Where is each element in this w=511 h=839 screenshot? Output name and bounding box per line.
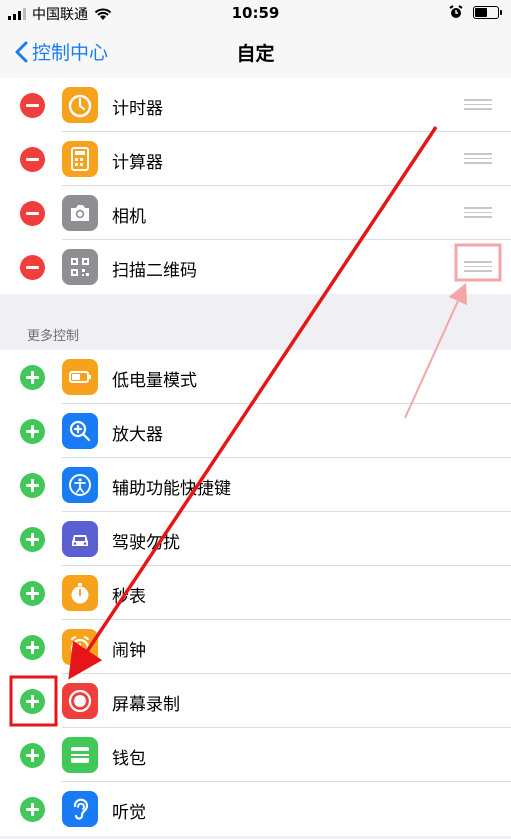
add-button[interactable] <box>20 797 45 822</box>
ear-icon <box>62 791 98 827</box>
car-icon <box>62 521 98 557</box>
magnifier-icon <box>62 413 98 449</box>
more-row-stopwatch: 秒表 <box>0 566 511 620</box>
more-row-alarm: 闹钟 <box>0 620 511 674</box>
qr-code-icon <box>62 249 98 285</box>
included-row-camera: 相机 <box>0 186 511 240</box>
status-right <box>449 5 502 19</box>
remove-button[interactable] <box>20 255 45 280</box>
control-label: 听觉 <box>112 803 146 823</box>
included-row-calculator: 计算器 <box>0 132 511 186</box>
control-label: 屏幕录制 <box>112 695 180 715</box>
remove-button[interactable] <box>20 201 45 226</box>
timer-icon <box>62 87 98 123</box>
control-label: 低电量模式 <box>112 371 197 391</box>
section-header-more-controls: 更多控制 <box>27 329 80 344</box>
control-label: 辅助功能快捷键 <box>112 479 231 499</box>
add-button[interactable] <box>20 419 45 444</box>
more-row-hearing: 听觉 <box>0 782 511 836</box>
remove-button[interactable] <box>20 93 45 118</box>
more-row-magnifier: 放大器 <box>0 404 511 458</box>
add-button[interactable] <box>20 689 45 714</box>
reorder-handle[interactable] <box>464 153 492 164</box>
camera-icon <box>62 195 98 231</box>
alarm-icon <box>62 629 98 665</box>
add-button[interactable] <box>20 635 45 660</box>
more-row-wallet: 钱包 <box>0 728 511 782</box>
battery-status-icon <box>473 5 502 19</box>
alarm-status-icon <box>449 5 463 18</box>
add-button[interactable] <box>20 527 45 552</box>
add-button[interactable] <box>20 581 45 606</box>
add-button[interactable] <box>20 365 45 390</box>
included-row-qr-scanner: 扫描二维码 <box>0 240 511 294</box>
reorder-handle[interactable] <box>464 99 492 110</box>
navigation-bar: 控制中心 自定 <box>0 26 511 79</box>
battery-icon <box>62 359 98 395</box>
page-title: 自定 <box>236 43 275 65</box>
more-row-accessibility: 辅助功能快捷键 <box>0 458 511 512</box>
control-label: 驾驶勿扰 <box>112 533 180 553</box>
more-row-screen-recording: 屏幕录制 <box>0 674 511 728</box>
calculator-icon <box>62 141 98 177</box>
status-bar: 中国联通 10:59 <box>0 0 511 26</box>
remove-button[interactable] <box>20 147 45 172</box>
control-label: 相机 <box>112 207 146 227</box>
control-label: 闹钟 <box>112 641 146 661</box>
control-label: 秒表 <box>112 587 146 607</box>
add-button[interactable] <box>20 473 45 498</box>
stopwatch-icon <box>62 575 98 611</box>
control-label: 计算器 <box>112 153 163 173</box>
add-button[interactable] <box>20 743 45 768</box>
more-row-do-not-disturb-driving: 驾驶勿扰 <box>0 512 511 566</box>
screen-record-icon <box>62 683 98 719</box>
status-time: 10:59 <box>231 4 280 22</box>
control-label: 扫描二维码 <box>112 261 197 281</box>
control-label: 钱包 <box>112 749 146 769</box>
more-row-low-power: 低电量模式 <box>0 350 511 404</box>
control-label: 放大器 <box>112 425 163 445</box>
accessibility-icon <box>62 467 98 503</box>
reorder-handle[interactable] <box>464 261 492 272</box>
control-label: 计时器 <box>112 99 163 119</box>
included-row-timer: 计时器 <box>0 78 511 132</box>
wallet-icon <box>62 737 98 773</box>
reorder-handle[interactable] <box>464 207 492 218</box>
